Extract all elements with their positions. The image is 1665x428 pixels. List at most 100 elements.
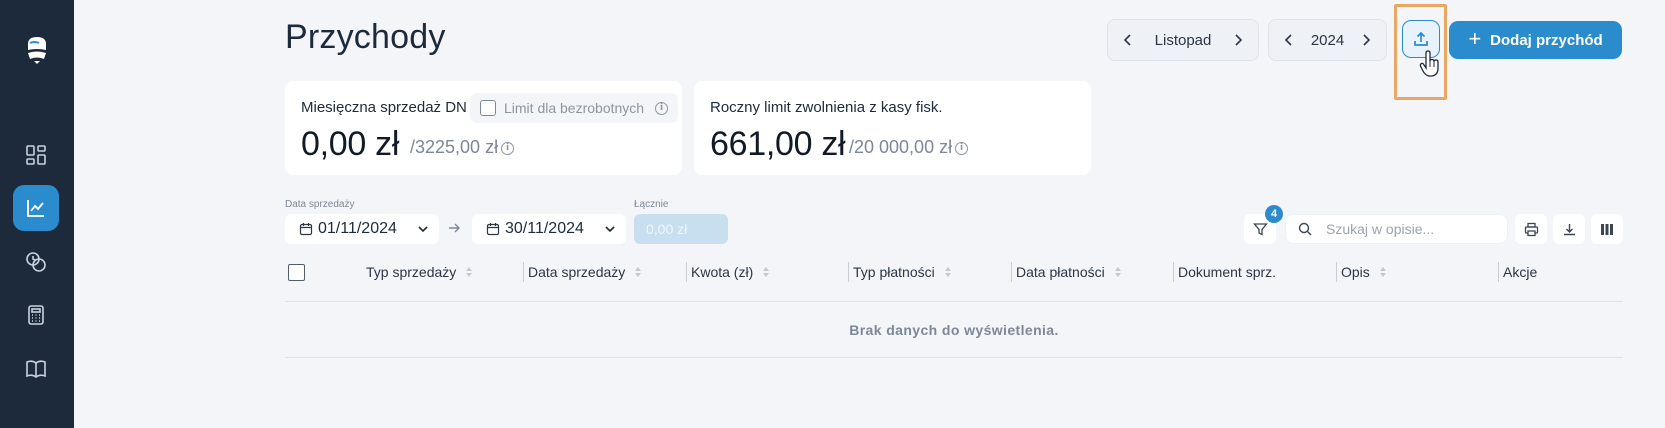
month-picker: Listopad bbox=[1107, 19, 1259, 61]
plus-icon: + bbox=[1468, 26, 1482, 51]
page-title: Przychody bbox=[285, 18, 446, 56]
next-year-button[interactable] bbox=[1356, 30, 1376, 50]
info-icon[interactable]: i bbox=[955, 141, 969, 155]
monthly-limit-group: /3225,00 zł i bbox=[410, 137, 515, 158]
year-value: 2024 bbox=[1310, 31, 1345, 49]
column-description[interactable]: Opis bbox=[1341, 262, 1386, 282]
date-to-value: 30/11/2024 bbox=[505, 220, 584, 237]
unemployed-limit-label: Limit dla bezrobotnych bbox=[504, 100, 645, 116]
chart-icon bbox=[27, 200, 44, 217]
column-sale-date[interactable]: Data sprzedaży bbox=[528, 262, 642, 282]
column-label: Data sprzedaży bbox=[528, 264, 626, 280]
chevron-right-icon bbox=[1235, 34, 1243, 46]
column-divider[interactable] bbox=[1173, 262, 1174, 282]
monthly-sales-card: Miesięczna sprzedaż DN Limit dla bezrobo… bbox=[285, 81, 682, 175]
chevron-left-icon bbox=[1284, 34, 1292, 46]
sort-icon bbox=[1379, 267, 1386, 277]
sidebar bbox=[0, 0, 74, 428]
prev-year-button[interactable] bbox=[1279, 30, 1299, 50]
column-divider[interactable] bbox=[1336, 262, 1337, 282]
monthly-sales-label: Miesięczna sprzedaż DN bbox=[301, 99, 467, 116]
column-label: Opis bbox=[1341, 264, 1370, 280]
chevron-down-icon bbox=[418, 226, 428, 233]
total-value-field: 0,00 zł bbox=[634, 214, 728, 244]
monthly-sales-value: 0,00 zł bbox=[301, 125, 400, 163]
sort-icon bbox=[944, 267, 951, 277]
column-label: Dokument sprz. bbox=[1178, 264, 1277, 280]
column-payment-date[interactable]: Data płatności bbox=[1016, 262, 1121, 282]
column-payment-type[interactable]: Typ płatności bbox=[853, 262, 951, 282]
column-label: Data płatności bbox=[1016, 264, 1105, 280]
column-label: Typ sprzedaży bbox=[366, 264, 457, 280]
columns-icon bbox=[1601, 223, 1613, 235]
sidebar-item-income[interactable] bbox=[13, 185, 59, 231]
calculator-icon bbox=[28, 305, 44, 325]
monthly-limit-value: /3225,00 zł bbox=[410, 137, 499, 157]
sale-date-label: Data sprzedaży bbox=[285, 199, 355, 210]
search-input[interactable] bbox=[1326, 221, 1486, 237]
search-box bbox=[1285, 214, 1508, 244]
dashboard-icon bbox=[26, 145, 46, 165]
column-sale-type[interactable]: Typ sprzedaży bbox=[366, 262, 473, 282]
coins-icon bbox=[26, 252, 46, 272]
column-divider[interactable] bbox=[523, 262, 524, 282]
filter-count-badge: 4 bbox=[1265, 205, 1283, 223]
sidebar-item-dashboard[interactable] bbox=[13, 132, 59, 178]
yearly-limit-group: /20 000,00 zł i bbox=[849, 137, 969, 158]
chevron-down-icon bbox=[605, 226, 615, 233]
yearly-limit-value: 661,00 zł bbox=[710, 125, 846, 163]
column-divider[interactable] bbox=[686, 262, 687, 282]
yearly-limit-max: /20 000,00 zł bbox=[849, 137, 953, 157]
add-income-label: Dodaj przychód bbox=[1490, 31, 1603, 49]
download-button[interactable] bbox=[1553, 214, 1585, 244]
info-icon[interactable]: i bbox=[655, 101, 669, 115]
download-icon bbox=[1563, 223, 1575, 235]
prev-month-button[interactable] bbox=[1118, 30, 1138, 50]
sidebar-item-guide[interactable] bbox=[13, 346, 59, 392]
chevron-left-icon bbox=[1123, 34, 1131, 46]
upload-icon bbox=[1414, 31, 1428, 46]
column-divider[interactable] bbox=[848, 262, 849, 282]
arrow-right-icon bbox=[449, 223, 460, 233]
total-value: 0,00 zł bbox=[646, 221, 688, 237]
total-label: Łącznie bbox=[634, 199, 669, 210]
column-divider[interactable] bbox=[1498, 262, 1499, 282]
column-divider[interactable] bbox=[1011, 262, 1012, 282]
info-icon[interactable]: i bbox=[501, 141, 515, 155]
sidebar-item-expenses[interactable] bbox=[13, 239, 59, 285]
column-actions: Akcje bbox=[1503, 262, 1537, 282]
filter-icon bbox=[1252, 222, 1268, 236]
calendar-icon bbox=[486, 223, 500, 236]
table-header: Typ sprzedaży Data sprzedaży Kwota (zł) … bbox=[285, 258, 1623, 302]
column-label: Kwota (zł) bbox=[691, 264, 754, 280]
columns-button[interactable] bbox=[1591, 214, 1623, 244]
sort-icon bbox=[763, 267, 770, 277]
column-sale-document[interactable]: Dokument sprz. bbox=[1178, 262, 1276, 282]
month-value: Listopad bbox=[1154, 31, 1212, 49]
column-label: Akcje bbox=[1503, 264, 1538, 280]
calendar-icon bbox=[299, 223, 313, 236]
app-logo-icon[interactable] bbox=[22, 34, 52, 66]
sort-icon bbox=[466, 267, 473, 277]
column-amount[interactable]: Kwota (zł) bbox=[691, 262, 770, 282]
yearly-limit-card: Roczny limit zwolnienia z kasy fisk. 661… bbox=[694, 81, 1091, 175]
chevron-right-icon bbox=[1363, 34, 1371, 46]
next-month-button[interactable] bbox=[1228, 30, 1248, 50]
sort-icon bbox=[635, 267, 642, 277]
empty-table-message: Brak danych do wyświetlenia. bbox=[285, 303, 1623, 358]
printer-icon bbox=[1524, 222, 1538, 236]
select-all-checkbox[interactable] bbox=[288, 264, 305, 281]
print-button[interactable] bbox=[1515, 214, 1547, 244]
yearly-limit-label: Roczny limit zwolnienia z kasy fisk. bbox=[710, 99, 943, 116]
unemployed-limit-checkbox[interactable] bbox=[480, 100, 496, 116]
year-picker: 2024 bbox=[1268, 19, 1387, 61]
date-to-field[interactable]: 30/11/2024 bbox=[472, 214, 626, 244]
sort-icon bbox=[1114, 267, 1121, 277]
column-label: Typ płatności bbox=[853, 264, 935, 280]
date-from-field[interactable]: 01/11/2024 bbox=[285, 214, 439, 244]
add-income-button[interactable]: + Dodaj przychód bbox=[1449, 21, 1622, 59]
hand-cursor-icon bbox=[1419, 50, 1439, 77]
unemployed-limit-toggle[interactable]: Limit dla bezrobotnych i bbox=[470, 93, 679, 123]
search-icon bbox=[1298, 222, 1312, 236]
sidebar-item-calculator[interactable] bbox=[13, 292, 59, 338]
